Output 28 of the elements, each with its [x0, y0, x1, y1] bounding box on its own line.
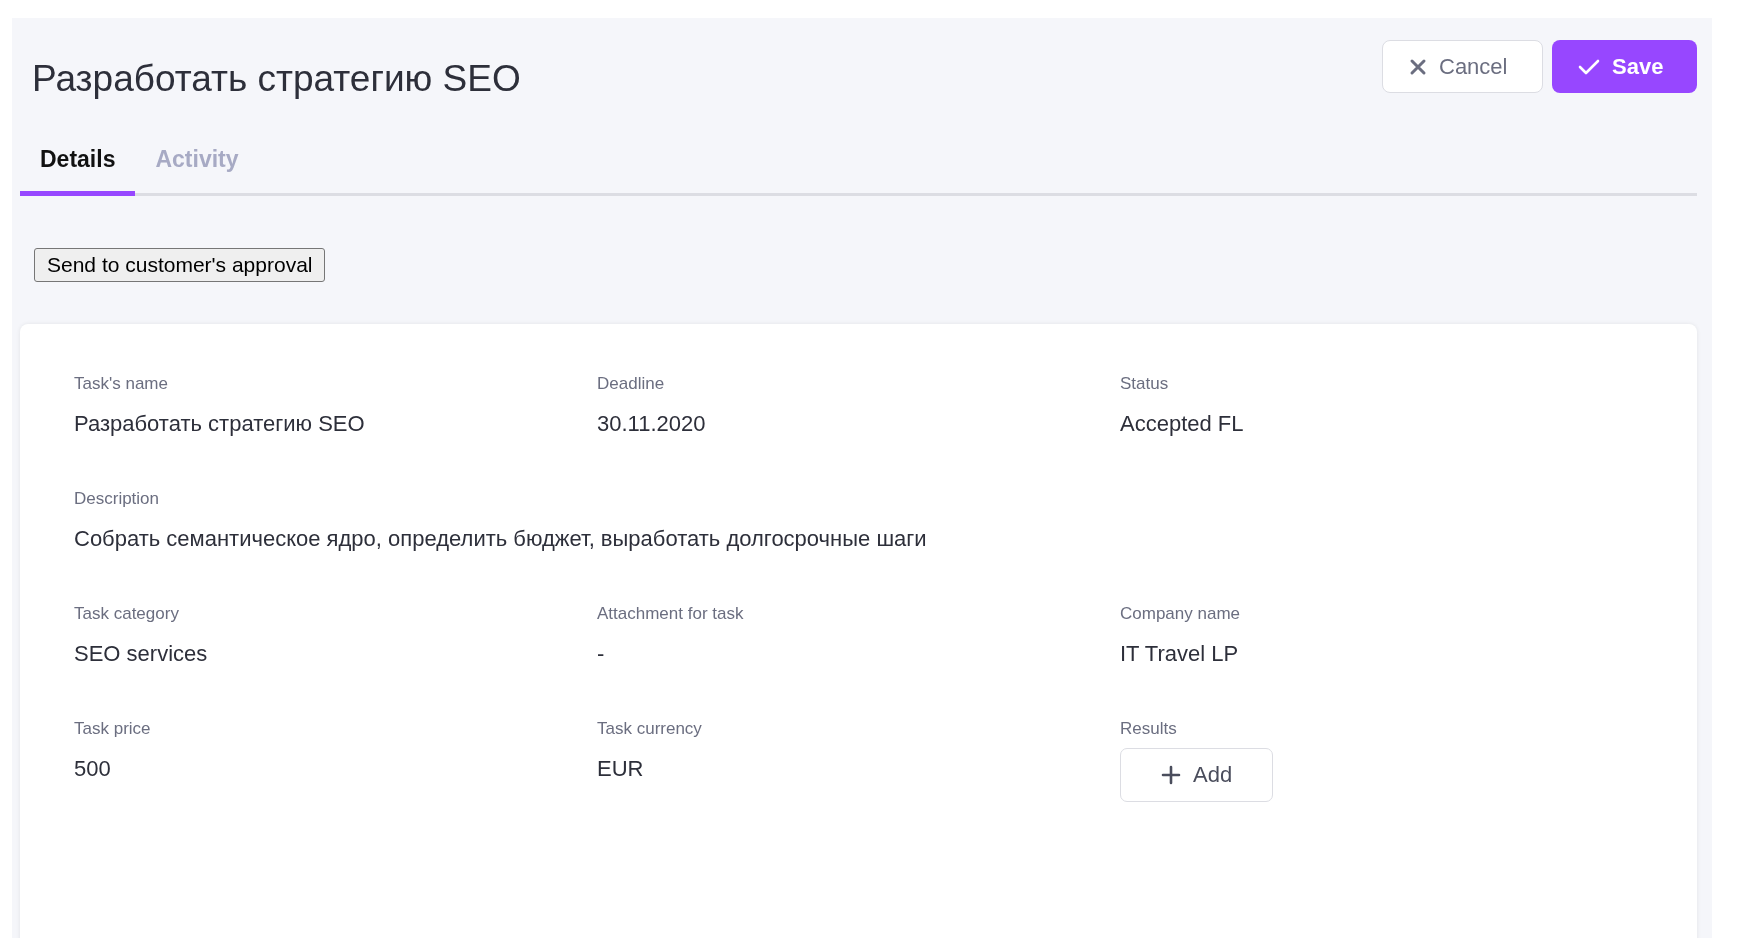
- checkmark-icon: [1578, 57, 1600, 76]
- field-value: IT Travel LP: [1120, 641, 1240, 667]
- field-value: EUR: [597, 756, 645, 782]
- tab[interactable]: Details: [20, 146, 136, 196]
- field-value: -: [597, 641, 606, 667]
- field-label: Deadline: [597, 374, 666, 394]
- field-label: Company name: [1120, 604, 1241, 624]
- field-value: Разработать стратегию SEO: [74, 411, 366, 437]
- field-label: Attachment for task: [597, 604, 745, 624]
- field-label: Task's name: [74, 374, 169, 394]
- field-value: Собрать семантическое ядро, определить бюджет, выработать долгосрочные шаги: [74, 526, 927, 552]
- field-label: Description: [74, 489, 161, 509]
- field-label: Task category: [74, 604, 180, 624]
- field-label: Results: [1120, 719, 1178, 739]
- field-value: Accepted FL: [1120, 411, 1245, 437]
- field-label: Task currency: [597, 719, 703, 739]
- send-approval-button[interactable]: Send to customer's approval: [34, 248, 326, 282]
- save-button[interactable]: Save: [1552, 40, 1697, 93]
- field-label: Status: [1120, 374, 1170, 394]
- field-value: 500: [74, 756, 112, 782]
- page-title: Разработать стратегию SEO: [32, 58, 521, 100]
- close-icon: [1409, 57, 1427, 76]
- field-value: SEO services: [74, 641, 209, 667]
- field-label: Task price: [74, 719, 152, 739]
- plus-icon: [1161, 765, 1181, 785]
- add-button[interactable]: Add: [1120, 748, 1274, 802]
- cancel-button[interactable]: Cancel: [1382, 40, 1543, 93]
- field-value: 30.11.2020: [597, 411, 707, 437]
